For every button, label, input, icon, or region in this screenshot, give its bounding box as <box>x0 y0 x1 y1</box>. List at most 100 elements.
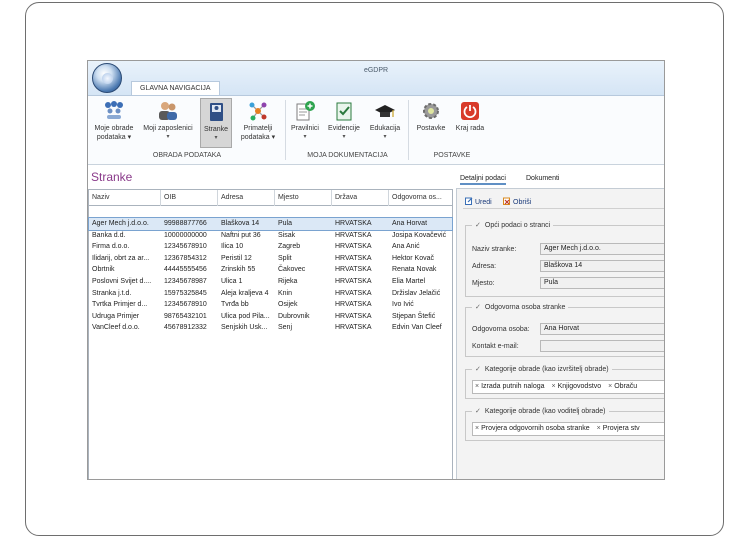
cell-naziv: Udruga Primjer <box>92 312 140 320</box>
chevron-down-icon: ✓ <box>475 304 481 311</box>
tag-label: Obraču <box>614 383 638 390</box>
table-row[interactable]: Obrtnik 44445555456 Zrinskih 55 Čakovec HRVA… <box>89 264 452 276</box>
cell-oib: 12345678910 <box>164 243 207 251</box>
table-row[interactable]: Banka d.d. 10000000000 Naftni put 36 Sisak H… <box>89 230 452 242</box>
stranke-button[interactable]: Stranke ▾ <box>200 98 232 148</box>
table-row[interactable]: Tvrtka Primjer d... 12345678910 Tvrđa bb Os… <box>89 299 452 311</box>
cell-oib: 10000000000 <box>164 231 207 239</box>
page-title: Stranke <box>91 170 133 184</box>
kontakt-email-field[interactable] <box>540 340 664 352</box>
column-header-drzava[interactable]: Država <box>332 190 389 206</box>
section-title-general[interactable]: ✓ Opći podaci o stranci <box>472 221 554 229</box>
controller-tags[interactable]: × Provjera odgovornih osoba stranke × Prov… <box>472 422 664 436</box>
stranke-panel: Stranke Naziv OIB Adresa Mjesto Država O… <box>88 167 454 479</box>
network-icon <box>249 102 267 121</box>
section-contact: ✓ Odgovorna osoba stranke Odgovorna osoba… <box>465 303 664 357</box>
cell-odgovorna-osoba: Držislav Jelačić <box>392 289 441 297</box>
edukacija-button[interactable]: Edukacija ▾ <box>367 100 403 142</box>
naziv-label: Naziv stranke: <box>472 246 517 253</box>
remove-tag-icon[interactable]: × <box>475 425 479 432</box>
tag-item[interactable]: × Provjera stv <box>597 425 640 432</box>
cell-drzava: HRVATSKA <box>335 220 372 227</box>
table-row[interactable]: Poslovni Svijet d.... 12345678987 Ulica 1 R… <box>89 276 452 288</box>
evidencije-button[interactable]: Evidencije ▾ <box>326 100 362 142</box>
kraj-rada-button[interactable]: Kraj rada <box>452 100 488 133</box>
moji-zaposlenici-button[interactable]: Moji zaposlenici ▾ <box>140 100 196 142</box>
chevron-down-icon: ▾ <box>166 134 170 140</box>
tag-label: Provjera odgovornih osoba stranke <box>481 425 590 432</box>
odgovorna-osoba-field[interactable]: Ana Horvat <box>540 323 664 335</box>
section-title-contact[interactable]: ✓ Odgovorna osoba stranke <box>472 303 569 311</box>
odgovorna-osoba-label: Odgovorna osoba: <box>472 326 530 333</box>
postavke-button[interactable]: Postavke <box>414 100 448 133</box>
cell-odgovorna-osoba: Edvin Van Cleef <box>392 324 442 332</box>
cell-odgovorna-osoba: Hektor Kovač <box>392 254 435 262</box>
table-row[interactable]: Udruga Primjer 98765432101 Ulica pod Pila.… <box>89 311 452 323</box>
section-title-executor[interactable]: ✓ Kategorije obrade (kao izvršitelj obrad… <box>472 365 612 373</box>
cell-mjesto: Sisak <box>278 231 296 239</box>
app-title: eGDPR <box>363 67 389 74</box>
primatelji-podataka-button[interactable]: Primatelji podataka ▾ <box>236 100 280 142</box>
tab-dokumenti[interactable]: Dokumenti <box>526 175 559 182</box>
table-row[interactable]: Ilidarij, obrt za ar... 12367854312 Perist… <box>89 253 452 265</box>
chevron-down-icon: ▾ <box>214 135 218 141</box>
cell-mjesto: Čakovec <box>278 266 306 274</box>
table-row[interactable]: Firma d.o.o. 12345678910 Ilica 10 Zagreb HRV… <box>89 241 452 253</box>
cell-drzava: HRVATSKA <box>335 266 372 274</box>
column-header-adresa[interactable]: Adresa <box>218 190 275 206</box>
column-header-naziv[interactable]: Naziv <box>89 190 161 206</box>
table-row[interactable]: Ager Mech j.d.o.o. 99988877766 Blaškova 14… <box>88 217 453 231</box>
group-label-obrada: OBRADA PODATAKA <box>152 152 222 159</box>
mjesto-field[interactable]: Pula <box>540 277 664 289</box>
tag-item[interactable]: × Obraču <box>608 383 637 390</box>
delete-button[interactable]: Obriši <box>503 197 531 206</box>
filter-row[interactable] <box>89 206 452 218</box>
cell-adresa: Blaškova 14 <box>221 220 260 227</box>
table-row[interactable]: VanCleef d.o.o. 45678912332 Senjskih Usk..… <box>89 322 452 334</box>
table-row[interactable]: Stranka j.t.d. 15975325845 Aleja kraljeva … <box>89 288 452 300</box>
tag-item[interactable]: × Izrada putnih naloga <box>475 383 545 390</box>
cell-adresa: Ulica pod Pila... <box>221 312 270 320</box>
tab-glavna-navigacija[interactable]: GLAVNA NAVIGACIJA <box>131 81 220 95</box>
column-header-mjesto[interactable]: Mjesto <box>275 190 332 206</box>
adresa-field[interactable]: Blaškova 14 <box>540 260 664 272</box>
column-header-odgovorna-osoba[interactable]: Odgovorna os... <box>389 190 454 206</box>
cell-oib: 12345678910 <box>164 301 207 309</box>
cell-mjesto: Osijek <box>278 301 298 309</box>
cell-odgovorna-osoba: Josipa Kovačević <box>392 231 447 239</box>
remove-tag-icon[interactable]: × <box>597 425 601 432</box>
column-header-oib[interactable]: OIB <box>161 190 218 206</box>
moji-zaposlenici-label: Moji zaposlenici <box>143 125 193 132</box>
cell-drzava: HRVATSKA <box>335 312 372 320</box>
cell-mjesto: Dubrovnik <box>278 312 310 320</box>
tag-item[interactable]: × Knjigovodstvo <box>551 383 601 390</box>
graduation-cap-icon <box>375 105 395 117</box>
edit-button[interactable]: Uredi <box>465 197 492 206</box>
cell-adresa: Zrinskih 55 <box>221 266 256 274</box>
moje-obrade-button[interactable]: Moje obrade podataka ▾ <box>92 100 136 142</box>
cell-adresa: Tvrđa bb <box>221 301 249 309</box>
moje-obrade-label-2: podataka ▾ <box>96 134 132 141</box>
remove-tag-icon[interactable]: × <box>551 383 555 390</box>
section-title-controller[interactable]: ✓ Kategorije obrade (kao voditelj obrade) <box>472 407 609 415</box>
cell-adresa: Ilica 10 <box>221 243 244 251</box>
chevron-down-icon: ✓ <box>475 366 481 373</box>
pravilnici-button[interactable]: Pravilnici ▾ <box>290 100 320 142</box>
cell-mjesto: Senj <box>278 324 293 332</box>
cell-odgovorna-osoba: Ana Horvat <box>392 220 428 227</box>
executor-tags[interactable]: × Izrada putnih naloga × Knjigovodstvo × Ob… <box>472 380 664 394</box>
gear-icon <box>423 103 439 119</box>
app-menu-orb-icon[interactable] <box>92 63 122 93</box>
cell-mjesto: Zagreb <box>278 243 301 251</box>
remove-tag-icon[interactable]: × <box>608 383 612 390</box>
people-group-icon <box>105 101 123 119</box>
remove-tag-icon[interactable]: × <box>475 383 479 390</box>
cell-naziv: VanCleef d.o.o. <box>92 324 140 332</box>
tab-detaljni-podaci[interactable]: Detaljni podaci <box>460 175 506 185</box>
cell-mjesto: Pula <box>278 220 293 227</box>
naziv-field[interactable]: Ager Mech j.d.o.o. <box>540 243 664 255</box>
chevron-down-icon: ▾ <box>303 134 307 140</box>
mjesto-label: Mjesto: <box>472 280 495 287</box>
edukacija-label: Edukacija <box>369 125 401 132</box>
tag-item[interactable]: × Provjera odgovornih osoba stranke <box>475 425 590 432</box>
